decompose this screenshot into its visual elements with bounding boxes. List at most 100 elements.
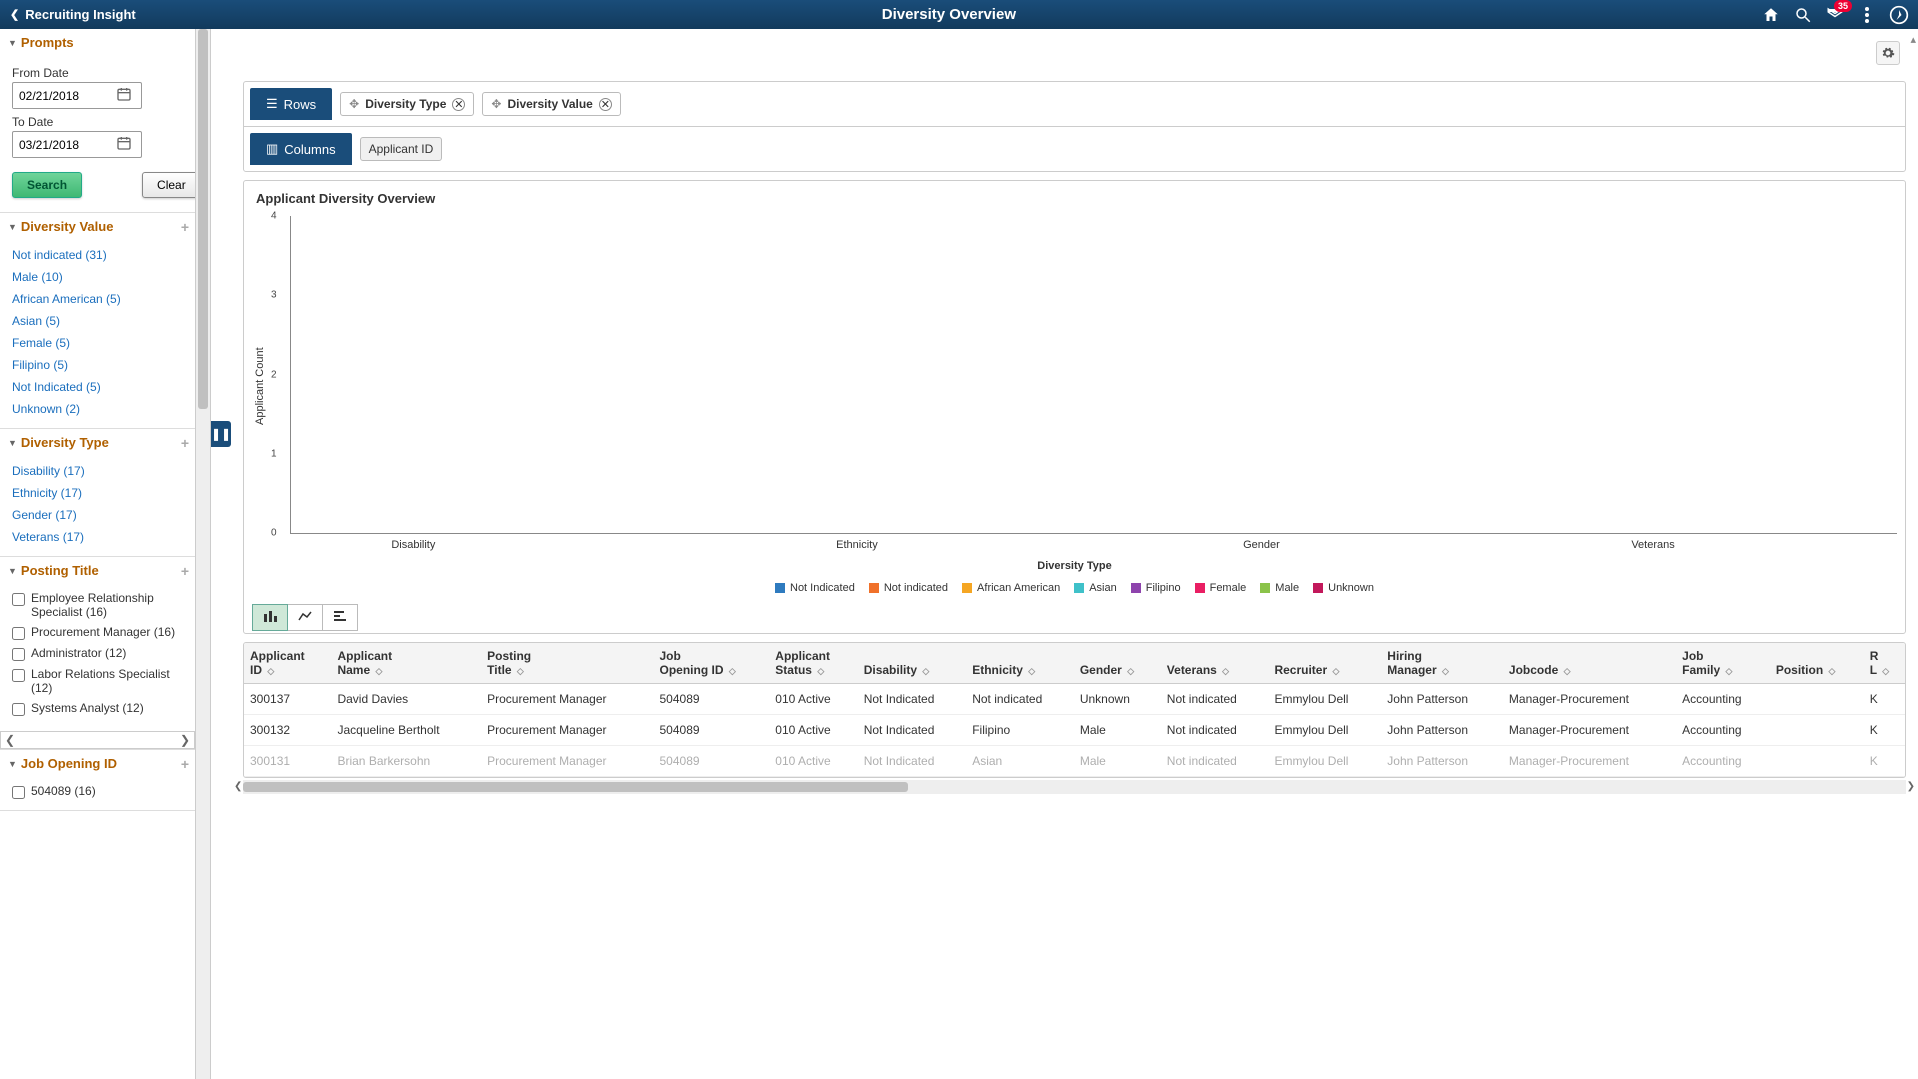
table-row[interactable]: 300137David DaviesProcurement Manager504… xyxy=(244,684,1905,715)
line-chart-button[interactable] xyxy=(288,604,323,631)
data-table: ApplicantID ◇ApplicantName ◇PostingTitle… xyxy=(243,642,1906,778)
chart-title: Applicant Diversity Overview xyxy=(252,189,1897,216)
add-icon[interactable]: + xyxy=(181,219,189,235)
drag-icon: ✥ xyxy=(349,97,359,111)
facet-link[interactable]: Filipino (5) xyxy=(12,354,187,376)
col-pill-applicant-id[interactable]: Applicant ID xyxy=(360,137,443,161)
column-header[interactable]: ApplicantName ◇ xyxy=(331,643,481,684)
column-header[interactable]: Veterans ◇ xyxy=(1161,643,1269,684)
search-button[interactable]: Search xyxy=(12,172,82,198)
category-label: Ethnicity xyxy=(836,539,878,551)
add-icon[interactable]: + xyxy=(181,435,189,451)
columns-tab[interactable]: ▥Columns xyxy=(250,133,352,165)
clear-button[interactable]: Clear xyxy=(142,172,196,198)
legend-item[interactable]: Unknown xyxy=(1313,582,1374,594)
search-icon[interactable] xyxy=(1792,4,1814,26)
collapse-up-icon[interactable]: ▴ xyxy=(1910,33,1916,46)
pivot-config: ☰Rows ✥Diversity Type✕ ✥Diversity Value✕… xyxy=(243,81,1906,172)
legend-item[interactable]: Male xyxy=(1260,582,1299,594)
facet-link[interactable]: Unknown (2) xyxy=(12,398,187,420)
to-date-label: To Date xyxy=(12,115,187,129)
facet-link[interactable]: Gender (17) xyxy=(12,504,187,526)
facet-checkbox[interactable]: Procurement Manager (16) xyxy=(12,622,187,643)
facet-checkbox[interactable]: Labor Relations Specialist (12) xyxy=(12,664,187,698)
column-header[interactable]: RL ◇ xyxy=(1864,643,1905,684)
horizontal-bar-button[interactable] xyxy=(323,604,358,631)
table-row[interactable]: 300131Brian BarkersohnProcurement Manage… xyxy=(244,746,1905,777)
from-date-label: From Date xyxy=(12,66,187,80)
bar-chart-button[interactable] xyxy=(252,604,288,631)
row-pill-diversity-value[interactable]: ✥Diversity Value✕ xyxy=(482,92,620,116)
row-pill-diversity-type[interactable]: ✥Diversity Type✕ xyxy=(340,92,474,116)
sidebar-scrollbar[interactable] xyxy=(196,29,211,1079)
to-date-input[interactable] xyxy=(12,131,142,158)
facet-link[interactable]: Not indicated (31) xyxy=(12,244,187,266)
chevron-left-icon: ❮ xyxy=(10,8,19,21)
table-row[interactable]: 300132Jacqueline BertholtProcurement Man… xyxy=(244,715,1905,746)
category-label: Gender xyxy=(1243,539,1280,551)
x-axis-label: Diversity Type xyxy=(252,556,1897,576)
diversity-type-header[interactable]: ▼Diversity Type+ xyxy=(0,429,195,456)
column-header[interactable]: PostingTitle ◇ xyxy=(481,643,653,684)
column-header[interactable]: Position ◇ xyxy=(1770,643,1864,684)
legend-item[interactable]: Not Indicated xyxy=(775,582,855,594)
settings-button[interactable] xyxy=(1876,41,1900,65)
chart-plot[interactable]: 01234DisabilityEthnicityGenderVeterans xyxy=(290,216,1897,534)
add-icon[interactable]: + xyxy=(181,563,189,579)
column-header[interactable]: Recruiter ◇ xyxy=(1268,643,1381,684)
column-header[interactable]: Disability ◇ xyxy=(858,643,967,684)
from-date-input[interactable] xyxy=(12,82,142,109)
legend-item[interactable]: African American xyxy=(962,582,1060,594)
column-header[interactable]: Jobcode ◇ xyxy=(1503,643,1676,684)
facet-link[interactable]: Veterans (17) xyxy=(12,526,187,548)
column-header[interactable]: Gender ◇ xyxy=(1074,643,1161,684)
legend-item[interactable]: Female xyxy=(1195,582,1247,594)
home-icon[interactable] xyxy=(1760,4,1782,26)
posting-title-header[interactable]: ▼Posting Title+ xyxy=(0,557,195,584)
back-label: Recruiting Insight xyxy=(25,7,136,22)
legend-item[interactable]: Asian xyxy=(1074,582,1117,594)
horizontal-scroll[interactable]: ❮❯ xyxy=(0,731,195,749)
column-header[interactable]: Ethnicity ◇ xyxy=(966,643,1074,684)
column-header[interactable]: HiringManager ◇ xyxy=(1381,643,1503,684)
back-button[interactable]: ❮ Recruiting Insight xyxy=(0,7,146,22)
facet-checkbox[interactable]: Employee Relationship Specialist (16) xyxy=(12,588,187,622)
facet-link[interactable]: Female (5) xyxy=(12,332,187,354)
calendar-icon[interactable] xyxy=(113,132,135,157)
facet-link[interactable]: Ethnicity (17) xyxy=(12,482,187,504)
facet-checkbox[interactable]: Administrator (12) xyxy=(12,643,187,664)
legend-item[interactable]: Not indicated xyxy=(869,582,948,594)
app-header: ❮ Recruiting Insight Diversity Overview … xyxy=(0,0,1918,29)
compass-icon[interactable] xyxy=(1888,4,1910,26)
menu-icon[interactable] xyxy=(1856,4,1878,26)
facet-link[interactable]: Male (10) xyxy=(12,266,187,288)
facet-link[interactable]: Disability (17) xyxy=(12,460,187,482)
column-header[interactable]: JobOpening ID ◇ xyxy=(654,643,770,684)
table-horizontal-scroll[interactable]: ❮❯ xyxy=(243,780,1906,794)
facet-checkbox[interactable]: Systems Analyst (12) xyxy=(12,698,187,719)
prompts-header[interactable]: ▼Prompts xyxy=(0,29,195,56)
column-header[interactable]: ApplicantID ◇ xyxy=(244,643,331,684)
chart-panel: Applicant Diversity Overview Applicant C… xyxy=(243,180,1906,634)
page-title: Diversity Overview xyxy=(146,6,1752,23)
add-icon[interactable]: + xyxy=(181,756,189,772)
remove-icon[interactable]: ✕ xyxy=(452,98,465,111)
drag-icon: ✥ xyxy=(491,97,501,111)
category-label: Disability xyxy=(391,539,435,551)
rows-tab[interactable]: ☰Rows xyxy=(250,88,332,120)
calendar-icon[interactable] xyxy=(113,83,135,108)
legend-item[interactable]: Filipino xyxy=(1131,582,1181,594)
notifications-icon[interactable]: 35 xyxy=(1824,4,1846,26)
category-label: Veterans xyxy=(1631,539,1674,551)
job-opening-header[interactable]: ▼Job Opening ID+ xyxy=(0,750,195,777)
facet-link[interactable]: Not Indicated (5) xyxy=(12,376,187,398)
diversity-value-header[interactable]: ▼Diversity Value+ xyxy=(0,213,195,240)
notification-badge: 35 xyxy=(1834,0,1852,12)
facet-checkbox[interactable]: 504089 (16) xyxy=(12,781,187,802)
remove-icon[interactable]: ✕ xyxy=(599,98,612,111)
column-header[interactable]: JobFamily ◇ xyxy=(1676,643,1770,684)
collapse-sidebar-handle[interactable]: ❚❚ xyxy=(211,421,231,447)
column-header[interactable]: ApplicantStatus ◇ xyxy=(769,643,857,684)
facet-link[interactable]: African American (5) xyxy=(12,288,187,310)
facet-link[interactable]: Asian (5) xyxy=(12,310,187,332)
